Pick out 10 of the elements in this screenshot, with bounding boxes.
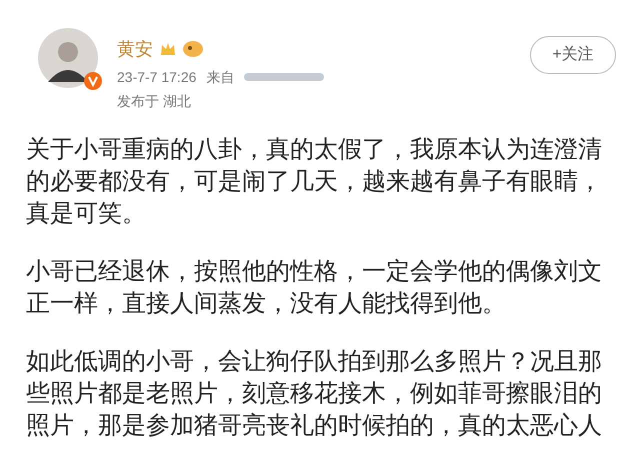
verified-badge-icon bbox=[84, 72, 102, 90]
post-paragraph: 如此低调的小哥，会让狗仔队拍到那么多照片？况且那些照片都是老照片，刻意移花接木，例如菲哥擦眼泪的照片，那是参加猪哥亮丧礼的时候拍的，真的太恶心人 bbox=[26, 347, 603, 441]
post-location: 发布于 湖北 bbox=[117, 92, 192, 110]
post-time: 23-7-7 17:26 bbox=[117, 68, 196, 86]
avatar-icon[interactable] bbox=[38, 28, 98, 88]
post-paragraph: 小哥已经退休，按照他的性格，一定会学他的偶像刘文正一样，直接人间蒸发，没有人能找得到他。 bbox=[26, 257, 603, 319]
level-badge-icon bbox=[183, 41, 203, 57]
follow-button[interactable]: +关注 bbox=[530, 36, 616, 74]
post-paragraph: 关于小哥重病的八卦，真的太假了，我原本认为连澄清的必要都没有，可是闹了几天，越来越有鼻子有眼睛，真是可笑。 bbox=[26, 135, 603, 229]
source-label: 来自 bbox=[206, 68, 234, 86]
